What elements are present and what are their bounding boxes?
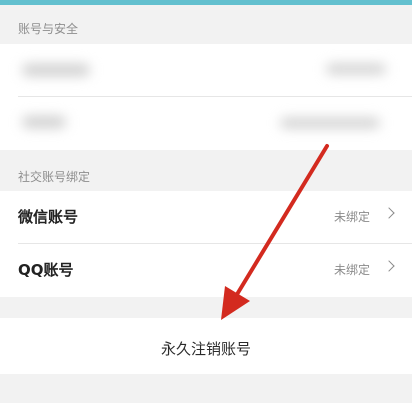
account-settings-page: 账号与安全 社交账号绑定 微信账号 未绑定 QQ账号 未绑定 永久注销账号 <box>0 0 412 403</box>
arrow-shaft <box>234 144 329 298</box>
annotation-arrow <box>221 144 329 320</box>
arrow-head <box>221 286 250 320</box>
